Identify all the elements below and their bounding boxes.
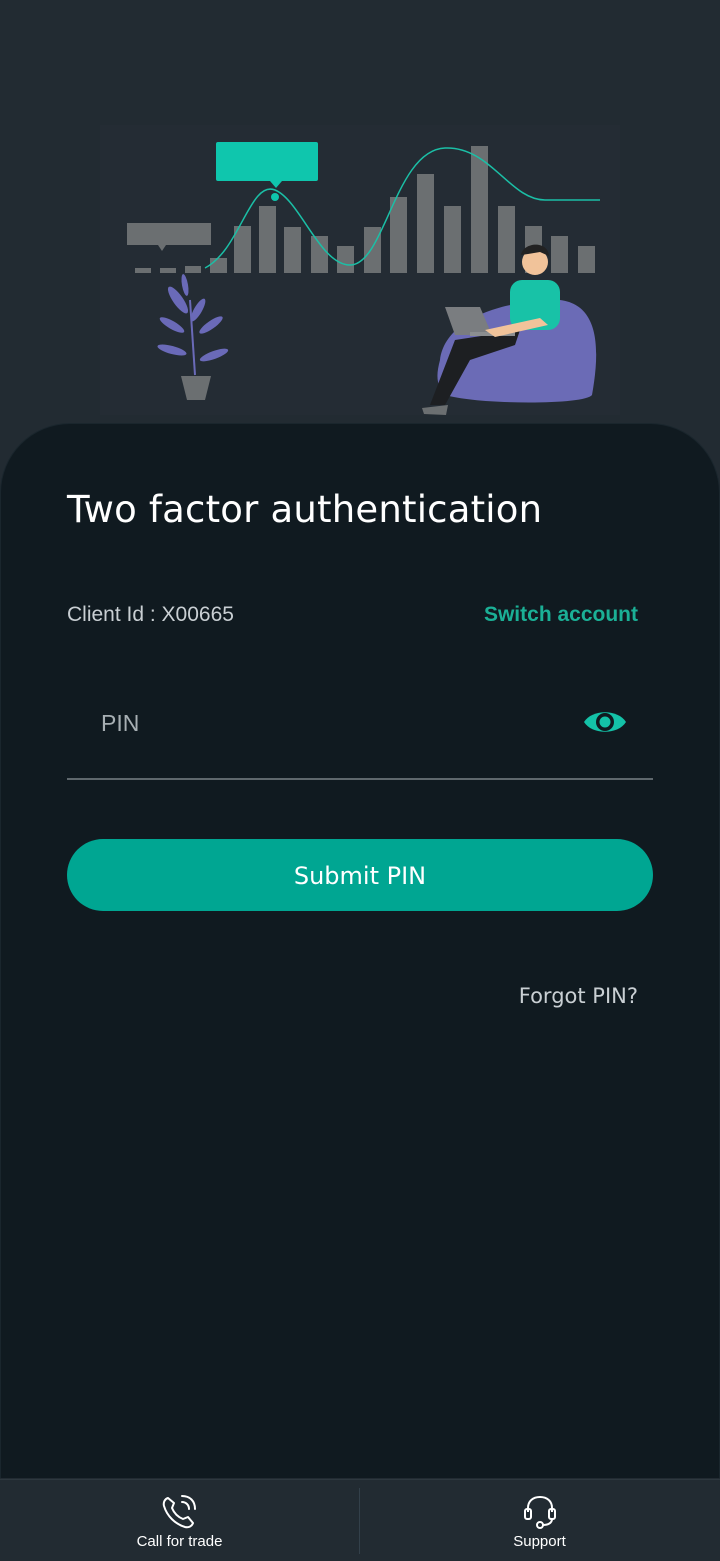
switch-account-link[interactable]: Switch account — [484, 603, 638, 627]
eye-icon[interactable] — [582, 704, 628, 740]
analytics-illustration — [100, 125, 620, 415]
hero-illustration — [0, 0, 720, 440]
client-id-label: Client Id : X00665 — [67, 603, 234, 626]
call-for-trade-button[interactable]: Call for trade — [0, 1480, 359, 1561]
phone-call-icon — [160, 1492, 200, 1535]
pin-field — [67, 680, 653, 780]
bottom-nav: Call for trade Support — [0, 1479, 720, 1561]
support-label: Support — [513, 1533, 566, 1550]
support-button[interactable]: Support — [360, 1480, 719, 1561]
call-for-trade-label: Call for trade — [136, 1533, 223, 1550]
headset-icon — [521, 1492, 559, 1535]
auth-card — [0, 423, 720, 1478]
forgot-pin-link[interactable]: Forgot PIN? — [519, 984, 638, 1008]
pin-input[interactable] — [99, 702, 563, 744]
submit-pin-button[interactable]: Submit PIN — [67, 839, 653, 911]
page-title: Two factor authentication — [67, 488, 543, 531]
